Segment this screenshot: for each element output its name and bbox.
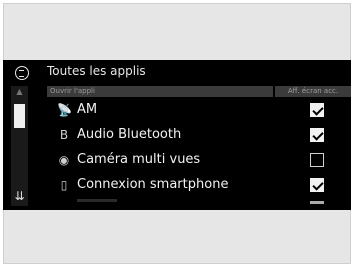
page-title: Toutes les applis bbox=[47, 64, 146, 78]
title-bar: Toutes les applis bbox=[3, 60, 351, 84]
partial-checkbox bbox=[310, 201, 324, 204]
app-label: AM bbox=[77, 102, 98, 117]
app-label: Caméra multi vues bbox=[77, 152, 201, 167]
bluetooth-icon: B bbox=[59, 128, 69, 142]
radio-icon: 📡 bbox=[57, 103, 72, 117]
column-header-home-display: Aff. écran acc. bbox=[275, 86, 351, 97]
camera-icon: ◉ bbox=[58, 153, 70, 167]
list-item-audio-bluetooth[interactable]: B Audio Bluetooth bbox=[47, 123, 351, 148]
smartphone-icon: ▯ bbox=[60, 178, 68, 192]
list-item-partial bbox=[47, 199, 351, 210]
infotainment-screen: Toutes les applis Ouvrir l'appli Aff. éc… bbox=[3, 60, 351, 210]
home-display-checkbox[interactable] bbox=[310, 153, 324, 167]
partial-label bbox=[77, 199, 117, 202]
chevron-up-icon[interactable]: ▲ bbox=[11, 86, 28, 98]
home-display-checkbox[interactable] bbox=[310, 128, 324, 142]
double-chevron-down-icon[interactable]: ⇊ bbox=[11, 186, 28, 206]
scrollbar[interactable]: ▲ ⇊ bbox=[11, 86, 28, 206]
home-display-checkbox[interactable] bbox=[310, 178, 324, 192]
scroll-thumb[interactable] bbox=[14, 104, 25, 128]
app-label: Connexion smartphone bbox=[77, 177, 229, 192]
home-display-checkbox[interactable] bbox=[310, 103, 324, 117]
list-item-am[interactable]: 📡 AM bbox=[47, 98, 351, 123]
list-item-camera-multi-vues[interactable]: ◉ Caméra multi vues bbox=[47, 148, 351, 173]
column-header-open-app: Ouvrir l'appli bbox=[47, 86, 273, 97]
list-item-connexion-smartphone[interactable]: ▯ Connexion smartphone bbox=[47, 173, 351, 198]
app-label: Audio Bluetooth bbox=[77, 127, 182, 142]
home-menu-icon[interactable] bbox=[15, 66, 29, 80]
